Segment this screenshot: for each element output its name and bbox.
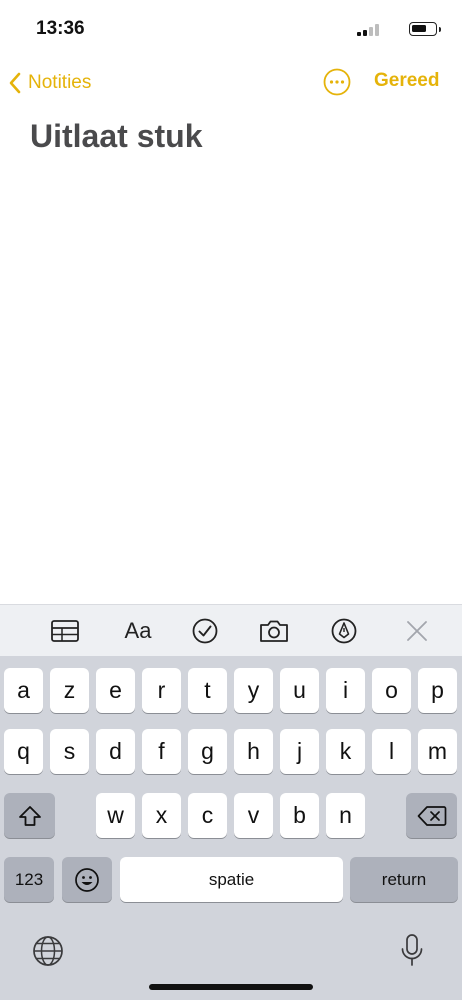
key-f[interactable]: f (142, 729, 181, 774)
keyboard: a z e r t y u i o p q s d f g h j k l m … (0, 656, 462, 1000)
key-o[interactable]: o (372, 668, 411, 713)
status-bar: 13:36 (0, 0, 462, 60)
key-p[interactable]: p (418, 668, 457, 713)
note-title[interactable]: Uitlaat stuk (30, 118, 202, 155)
key-r[interactable]: r (142, 668, 181, 713)
key-g[interactable]: g (188, 729, 227, 774)
key-x[interactable]: x (142, 793, 181, 838)
key-c[interactable]: c (188, 793, 227, 838)
key-d[interactable]: d (96, 729, 135, 774)
text-format-button[interactable]: Aa (118, 613, 158, 649)
back-button-label: Notities (28, 72, 92, 93)
key-n[interactable]: n (326, 793, 365, 838)
back-button[interactable]: Notities (8, 66, 91, 100)
key-b[interactable]: b (280, 793, 319, 838)
camera-icon[interactable] (256, 613, 292, 649)
shift-icon[interactable] (4, 793, 55, 838)
key-k[interactable]: k (326, 729, 365, 774)
close-keyboard-icon[interactable] (399, 613, 435, 649)
key-v[interactable]: v (234, 793, 273, 838)
key-l[interactable]: l (372, 729, 411, 774)
key-y[interactable]: y (234, 668, 273, 713)
key-j[interactable]: j (280, 729, 319, 774)
key-h[interactable]: h (234, 729, 273, 774)
table-icon[interactable] (47, 613, 83, 649)
key-i[interactable]: i (326, 668, 365, 713)
key-w[interactable]: w (96, 793, 135, 838)
numbers-key[interactable]: 123 (4, 857, 54, 902)
status-time: 13:36 (36, 18, 85, 39)
return-key[interactable]: return (350, 857, 458, 902)
key-t[interactable]: t (188, 668, 227, 713)
key-u[interactable]: u (280, 668, 319, 713)
ellipsis-circle-icon[interactable] (322, 67, 352, 97)
markup-pen-icon[interactable] (326, 613, 362, 649)
space-key[interactable]: spatie (120, 857, 343, 902)
emoji-icon[interactable] (62, 857, 112, 902)
globe-icon[interactable] (31, 934, 65, 968)
key-m[interactable]: m (418, 729, 457, 774)
chevron-left-icon (9, 72, 21, 94)
done-button[interactable]: Gereed (374, 70, 439, 92)
cellular-signal-icon (357, 24, 381, 36)
text-format-label: Aa (124, 618, 152, 643)
key-e[interactable]: e (96, 668, 135, 713)
battery-icon (409, 22, 441, 36)
backspace-icon[interactable] (406, 793, 457, 838)
home-indicator (149, 984, 313, 990)
keyboard-toolbar: Aa (0, 604, 462, 656)
key-z[interactable]: z (50, 668, 89, 713)
key-s[interactable]: s (50, 729, 89, 774)
checklist-icon[interactable] (187, 613, 223, 649)
navigation-bar: Notities Gereed (0, 60, 462, 106)
key-q[interactable]: q (4, 729, 43, 774)
key-a[interactable]: a (4, 668, 43, 713)
microphone-icon[interactable] (398, 932, 426, 970)
